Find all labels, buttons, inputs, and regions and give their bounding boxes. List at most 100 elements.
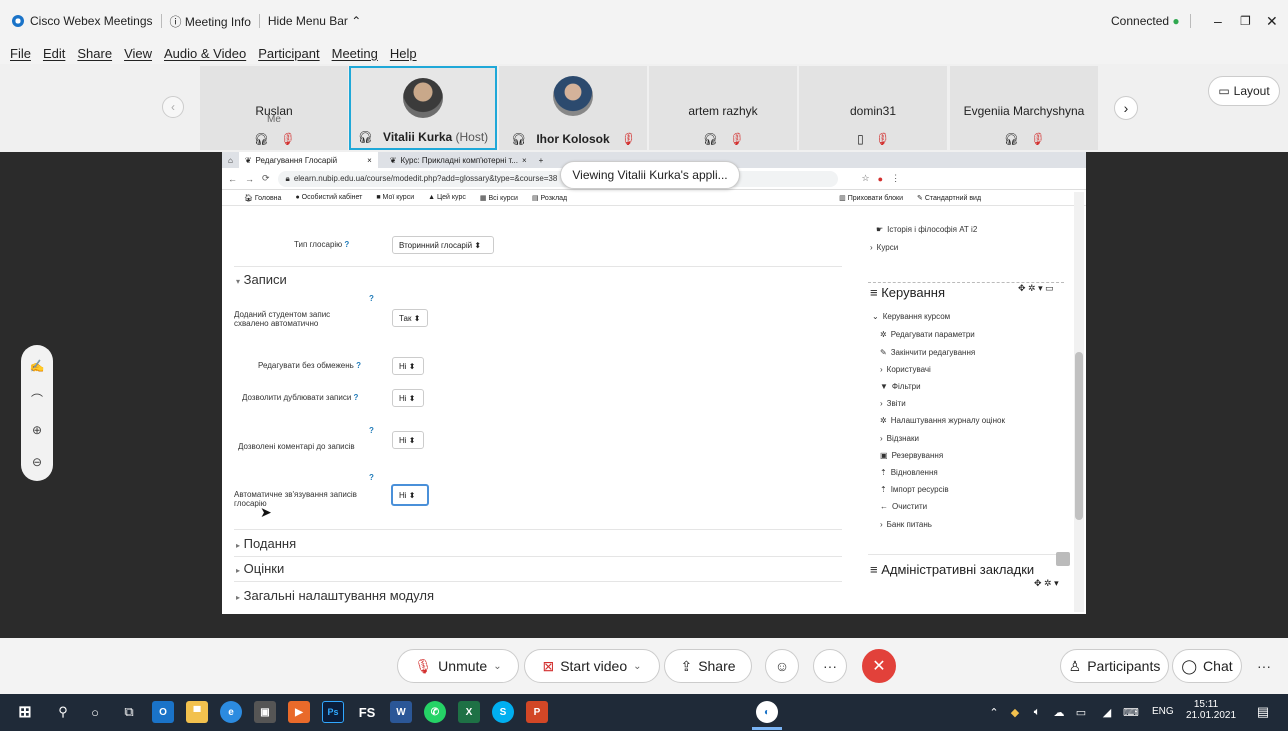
nav-all-courses[interactable]: ▦ Всі курси — [480, 194, 518, 202]
new-tab-icon[interactable]: + — [539, 156, 544, 165]
nav-profile[interactable]: ● Особистий кабінет — [295, 194, 362, 201]
extension-icon[interactable]: ● — [878, 174, 883, 184]
keyboard-icon[interactable]: ⌨ — [1120, 701, 1142, 723]
windows-start-icon[interactable]: ⊞ — [14, 701, 36, 723]
notifications-icon[interactable]: ▤ — [1252, 701, 1274, 723]
sidebar-history-item[interactable]: ☛ Історія і філософія АТ і2 — [876, 225, 977, 234]
sidebar-item[interactable]: › Банк питань — [880, 520, 932, 529]
remote-control-icon[interactable]: ⌒ — [21, 391, 53, 408]
participant-tile[interactable]: artem razhyk 🎧︎ 🎙︎ — [649, 66, 797, 150]
sidebar-item[interactable]: ✲ Редагувати параметри — [880, 330, 975, 339]
minimize-icon[interactable]: – — [1214, 13, 1222, 29]
skype-icon[interactable]: S — [492, 701, 514, 723]
tab-close-icon[interactable]: × — [522, 156, 527, 165]
scroll-top-button[interactable] — [1056, 552, 1070, 566]
allow-comments-select[interactable]: Ні ⬍ — [392, 431, 424, 449]
powerpoint-icon[interactable]: P — [526, 701, 548, 723]
scrollbar-thumb[interactable] — [1075, 352, 1083, 520]
unmute-button[interactable]: 🎙︎ Unmute ⌄ — [397, 649, 519, 683]
zoom-in-icon[interactable]: ⊕ — [21, 423, 53, 437]
help-icon[interactable]: ? — [344, 240, 349, 249]
word-icon[interactable]: W — [390, 701, 412, 723]
participant-tile[interactable]: domin31 ▯ 🎙︎ — [799, 66, 947, 150]
reactions-button[interactable]: ☺ — [765, 649, 799, 683]
chat-button[interactable]: ◯ Chat — [1172, 649, 1242, 683]
share-button[interactable]: ⇪ Share — [664, 649, 752, 683]
auto-approve-select[interactable]: Так ⬍ — [392, 309, 428, 327]
layout-button[interactable]: ▭ Layout — [1208, 76, 1280, 106]
cortana-icon[interactable]: ○ — [84, 701, 106, 723]
close-icon[interactable]: ✕ — [1266, 13, 1278, 30]
edit-unlimited-select[interactable]: Ні ⬍ — [392, 357, 424, 375]
browser-tab[interactable]: ❦ Курс: Прикладні комп'ютерні т... × — [384, 152, 533, 168]
sidebar-item[interactable]: › Користувачі — [880, 365, 931, 374]
menu-view[interactable]: View — [124, 46, 152, 61]
nav-this-course[interactable]: ▲ Цей курс — [428, 194, 466, 201]
help-icon[interactable]: ? — [369, 294, 374, 303]
tray-app-icon[interactable]: ◆ — [1004, 701, 1026, 723]
sidebar-item[interactable]: ▣ Резервування — [880, 451, 943, 460]
section-appearance[interactable]: ▸ Подання — [236, 536, 296, 551]
excel-icon[interactable]: X — [458, 701, 480, 723]
sidebar-item[interactable]: ✲ Налаштування журналу оцінок — [880, 416, 1005, 425]
forward-icon[interactable]: → — [245, 174, 254, 184]
menu-participant[interactable]: Participant — [258, 46, 319, 61]
url-field[interactable]: 🔒︎ elearn.nubip.edu.ua/course/modedit.php… — [277, 170, 838, 187]
menu-help[interactable]: Help — [390, 46, 417, 61]
menu-audio-video[interactable]: Audio & Video — [164, 46, 246, 61]
back-icon[interactable]: ← — [228, 174, 237, 184]
onedrive-icon[interactable]: ☁ — [1048, 701, 1070, 723]
restore-icon[interactable]: ❐ — [1240, 14, 1251, 28]
sidebar-item[interactable]: › Відзнаки — [880, 434, 919, 443]
help-icon[interactable]: ? — [354, 393, 359, 402]
sidebar-item[interactable]: › Звіти — [880, 399, 906, 408]
block-controls-icon[interactable]: ✥ ✲ ▾ — [1034, 578, 1059, 589]
tray-chevron-up-icon[interactable]: ⌃ — [983, 701, 1005, 723]
menu-file[interactable]: File — [10, 46, 31, 61]
media-player-icon[interactable]: ▶ — [288, 701, 310, 723]
meeting-info-button[interactable]: ⓘ Meeting Info — [170, 13, 251, 30]
nav-home[interactable]: 🏠︎ Головна — [244, 194, 281, 202]
hide-menu-bar-button[interactable]: Hide Menu Bar ⌃ — [268, 14, 361, 28]
prev-participants-button[interactable]: ‹ — [162, 96, 184, 118]
reload-icon[interactable]: ⟳ — [262, 173, 270, 184]
zoom-out-icon[interactable]: ⊖ — [21, 455, 53, 469]
participants-button[interactable]: ♙ Participants — [1060, 649, 1169, 683]
hide-blocks-button[interactable]: ▥ Приховати блоки — [839, 194, 903, 202]
block-controls-icon[interactable]: ✥ ✲ ▾ ▭ — [1018, 283, 1054, 294]
sidebar-item[interactable]: ⇡ Відновлення — [880, 468, 938, 477]
tab-close-icon[interactable]: × — [367, 156, 372, 165]
network-icon[interactable]: ◢ — [1096, 701, 1118, 723]
help-icon[interactable]: ? — [369, 473, 374, 482]
app-icon[interactable]: ▣ — [254, 701, 276, 723]
search-icon[interactable]: ⚲ — [52, 701, 74, 723]
edge-icon[interactable]: e — [220, 701, 242, 723]
autolink-select[interactable]: Ні ⬍ — [391, 484, 429, 506]
section-grades[interactable]: ▸ Оцінки — [236, 561, 284, 576]
volume-icon[interactable]: 🔈︎ — [1026, 701, 1048, 723]
file-explorer-icon[interactable]: ▀ — [186, 701, 208, 723]
photoshop-icon[interactable]: Ps — [322, 701, 344, 723]
sidebar-courses[interactable]: › Курси — [870, 243, 898, 252]
nav-my-courses[interactable]: ■ Мої курси — [376, 194, 414, 201]
leave-meeting-button[interactable]: ✕ — [862, 649, 896, 683]
more-panels-button[interactable]: ··· — [1247, 649, 1281, 683]
participant-tile[interactable]: 🎧︎ Ihor Kolosok 🎙︎ — [499, 66, 647, 150]
standard-view-button[interactable]: ✎ Стандартний вид — [917, 194, 981, 202]
menu-meeting[interactable]: Meeting — [332, 46, 378, 61]
help-icon[interactable]: ? — [356, 361, 361, 370]
allow-duplicates-select[interactable]: Ні ⬍ — [392, 389, 424, 407]
participant-tile-active[interactable]: 🎧︎ Vitalii Kurka (Host) — [349, 66, 497, 150]
sidebar-item[interactable]: ← Очистити — [880, 502, 927, 511]
help-icon[interactable]: ? — [369, 426, 374, 435]
more-options-button[interactable]: ··· — [813, 649, 847, 683]
participant-tile[interactable]: Evgeniia Marchyshyna 🎧︎ 🎙︎ — [950, 66, 1098, 150]
star-icon[interactable]: ☆ — [862, 173, 870, 184]
browser-tab-active[interactable]: ❦ Редагування Глосарій × — [238, 152, 378, 168]
start-video-button[interactable]: ⊠ Start video ⌄ — [524, 649, 660, 683]
whatsapp-icon[interactable]: ✆ — [424, 701, 446, 723]
menu-edit[interactable]: Edit — [43, 46, 65, 61]
menu-share[interactable]: Share — [77, 46, 112, 61]
webex-taskbar-icon[interactable]: ◐ — [756, 701, 778, 723]
participant-tile[interactable]: Ruslan Me 🎧︎ 🎙︎ — [200, 66, 348, 150]
